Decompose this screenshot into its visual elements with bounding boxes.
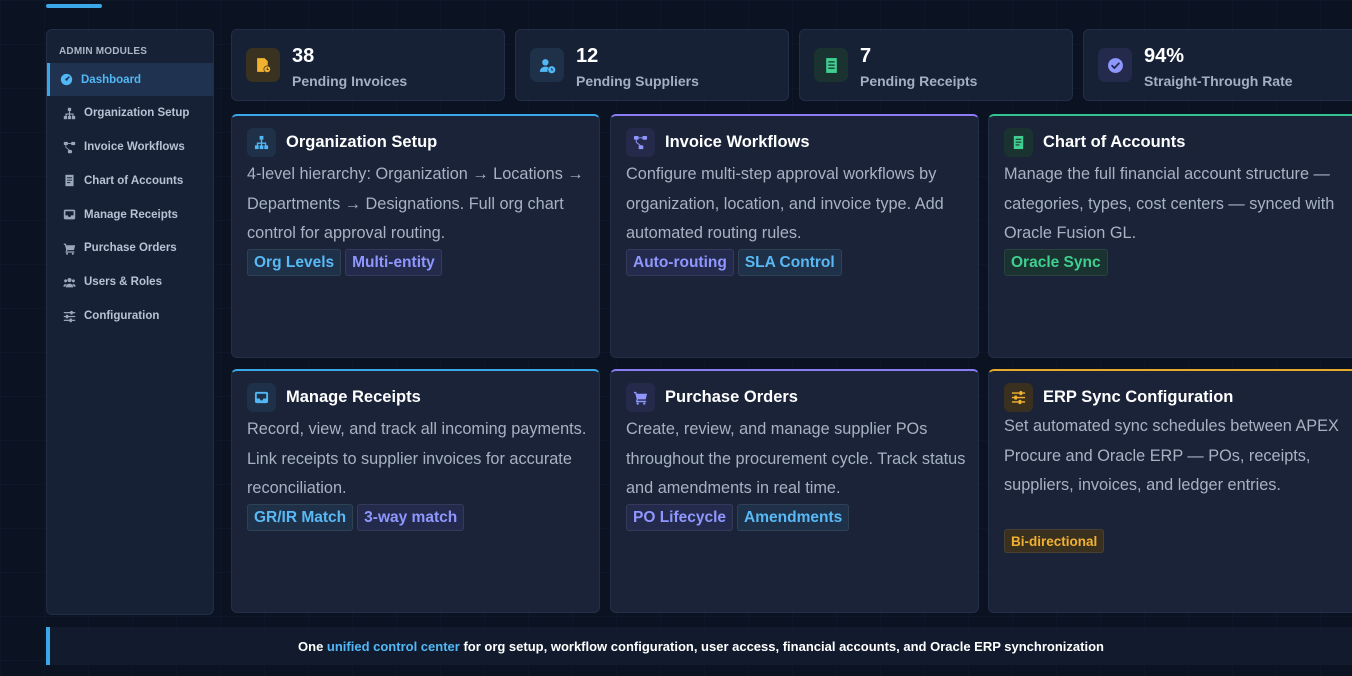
sidebar-item-label: Dashboard: [81, 73, 142, 86]
card-description: Manage the full financial account struct…: [1004, 165, 1335, 242]
sliders-icon: [62, 309, 76, 323]
stat-value: 7: [860, 45, 872, 67]
sliders-icon: [1004, 383, 1033, 412]
tag: 3-way match: [357, 504, 465, 531]
sidebar-item-label: Manage Receipts: [84, 208, 178, 221]
stat-value: 38: [292, 45, 315, 67]
stat-value: 94%: [1144, 45, 1185, 67]
inbox-icon: [62, 208, 76, 222]
sidebar-item-users-roles[interactable]: Users & Roles: [47, 266, 213, 299]
stat-value: 12: [576, 45, 599, 67]
tag: Amendments: [737, 504, 850, 531]
card-purchase-orders[interactable]: Purchase Orders Create, review, and mana…: [610, 369, 979, 613]
sidebar-item-manage-receipts[interactable]: Manage Receipts: [47, 198, 213, 231]
stat-pending-suppliers: 12 Pending Suppliers: [515, 29, 789, 101]
tag: Auto-routing: [626, 249, 734, 276]
top-accent-bar: [46, 4, 102, 8]
card-description: Configure multi-step approval workflows …: [626, 165, 944, 242]
card-title: Manage Receipts: [286, 388, 421, 406]
card-title: Organization Setup: [286, 133, 438, 151]
sidebar-item-invoice-workflows[interactable]: Invoice Workflows: [47, 131, 213, 164]
tag: Org Levels: [247, 249, 342, 276]
card-tags: Bi-directional: [1004, 529, 1105, 553]
sidebar-item-organization-setup[interactable]: Organization Setup: [47, 97, 213, 130]
stat-pending-invoices: 38 Pending Invoices: [231, 29, 505, 101]
check-badge-icon: [1098, 48, 1132, 82]
sidebar-item-label: Users & Roles: [84, 276, 162, 289]
card-chart-of-accounts[interactable]: Chart of Accounts Manage the full financ…: [988, 114, 1352, 358]
sidebar-heading: ADMIN MODULES: [59, 46, 148, 57]
cart-icon: [62, 241, 76, 255]
sidebar: ADMIN MODULES Dashboard Organization Set…: [46, 29, 214, 615]
card-organization-setup[interactable]: Organization Setup 4-level hierarchy: Or…: [231, 114, 600, 358]
card-title: Chart of Accounts: [1043, 133, 1186, 151]
sidebar-item-label: Configuration: [84, 310, 160, 323]
ledger-book-icon: [1004, 128, 1033, 157]
stat-straight-through-rate: 94% Straight-Through Rate: [1083, 29, 1352, 101]
card-tags: GR/IR Match 3-way match: [247, 504, 465, 531]
card-description: Create, review, and manage supplier POs …: [626, 420, 966, 497]
sidebar-item-label: Purchase Orders: [84, 242, 177, 255]
sidebar-item-chart-of-accounts[interactable]: Chart of Accounts: [47, 164, 213, 197]
footer-highlight: unified control center: [326, 638, 460, 654]
footer-suffix: for org setup, workflow configuration, u…: [459, 638, 1104, 654]
tag: SLA Control: [737, 249, 842, 276]
card-title: Purchase Orders: [665, 388, 798, 406]
org-hierarchy-icon: [62, 106, 76, 120]
card-invoice-workflows[interactable]: Invoice Workflows Configure multi-step a…: [610, 114, 979, 358]
workflow-icon: [62, 140, 76, 154]
footer-prefix: One: [298, 638, 327, 654]
card-title: Invoice Workflows: [665, 133, 810, 151]
inbox-icon: [247, 383, 276, 412]
card-tags: Org Levels Multi-entity: [247, 249, 442, 276]
receipt-icon: [814, 48, 848, 82]
card-description: Set automated sync schedules between APE…: [1004, 417, 1339, 494]
card-tags: Auto-routing SLA Control: [626, 249, 842, 276]
sidebar-item-label: Invoice Workflows: [84, 141, 185, 154]
stat-label: Straight-Through Rate: [1144, 73, 1293, 89]
stat-pending-receipts: 7 Pending Receipts: [799, 29, 1073, 101]
tag: Bi-directional: [1004, 529, 1105, 553]
dashboard-gauge-icon: [59, 73, 73, 87]
card-description: Record, view, and track all incoming pay…: [247, 420, 587, 497]
cart-icon: [626, 383, 655, 412]
sidebar-item-label: Organization Setup: [84, 107, 190, 120]
sidebar-item-configuration[interactable]: Configuration: [47, 300, 213, 333]
sidebar-item-dashboard[interactable]: Dashboard: [47, 63, 213, 96]
stat-label: Pending Invoices: [292, 73, 408, 89]
invoice-clock-icon: [246, 48, 280, 82]
tag: Oracle Sync: [1004, 249, 1108, 276]
sidebar-list: Dashboard Organization Setup Invoice Wor…: [47, 63, 213, 333]
user-clock-icon: [530, 48, 564, 82]
tag: Multi-entity: [345, 249, 442, 276]
footer-banner: One unified control center for org setup…: [46, 627, 1352, 665]
card-manage-receipts[interactable]: Manage Receipts Record, view, and track …: [231, 369, 600, 613]
users-icon: [62, 275, 76, 289]
sidebar-item-purchase-orders[interactable]: Purchase Orders: [47, 232, 213, 265]
ledger-book-icon: [62, 174, 76, 188]
stat-label: Pending Receipts: [860, 73, 978, 89]
card-tags: PO Lifecycle Amendments: [626, 504, 850, 531]
tag: PO Lifecycle: [626, 504, 734, 531]
tag: GR/IR Match: [247, 504, 354, 531]
org-hierarchy-icon: [247, 128, 276, 157]
workflow-icon: [626, 128, 655, 157]
card-title: ERP Sync Configuration: [1043, 388, 1234, 406]
card-tags: Oracle Sync: [1004, 249, 1108, 276]
stat-label: Pending Suppliers: [576, 73, 699, 89]
card-erp-sync-configuration[interactable]: ERP Sync Configuration Set automated syn…: [988, 369, 1352, 613]
sidebar-item-label: Chart of Accounts: [84, 174, 184, 187]
card-description: 4-level hierarchy: Organization → Locati…: [247, 165, 584, 242]
